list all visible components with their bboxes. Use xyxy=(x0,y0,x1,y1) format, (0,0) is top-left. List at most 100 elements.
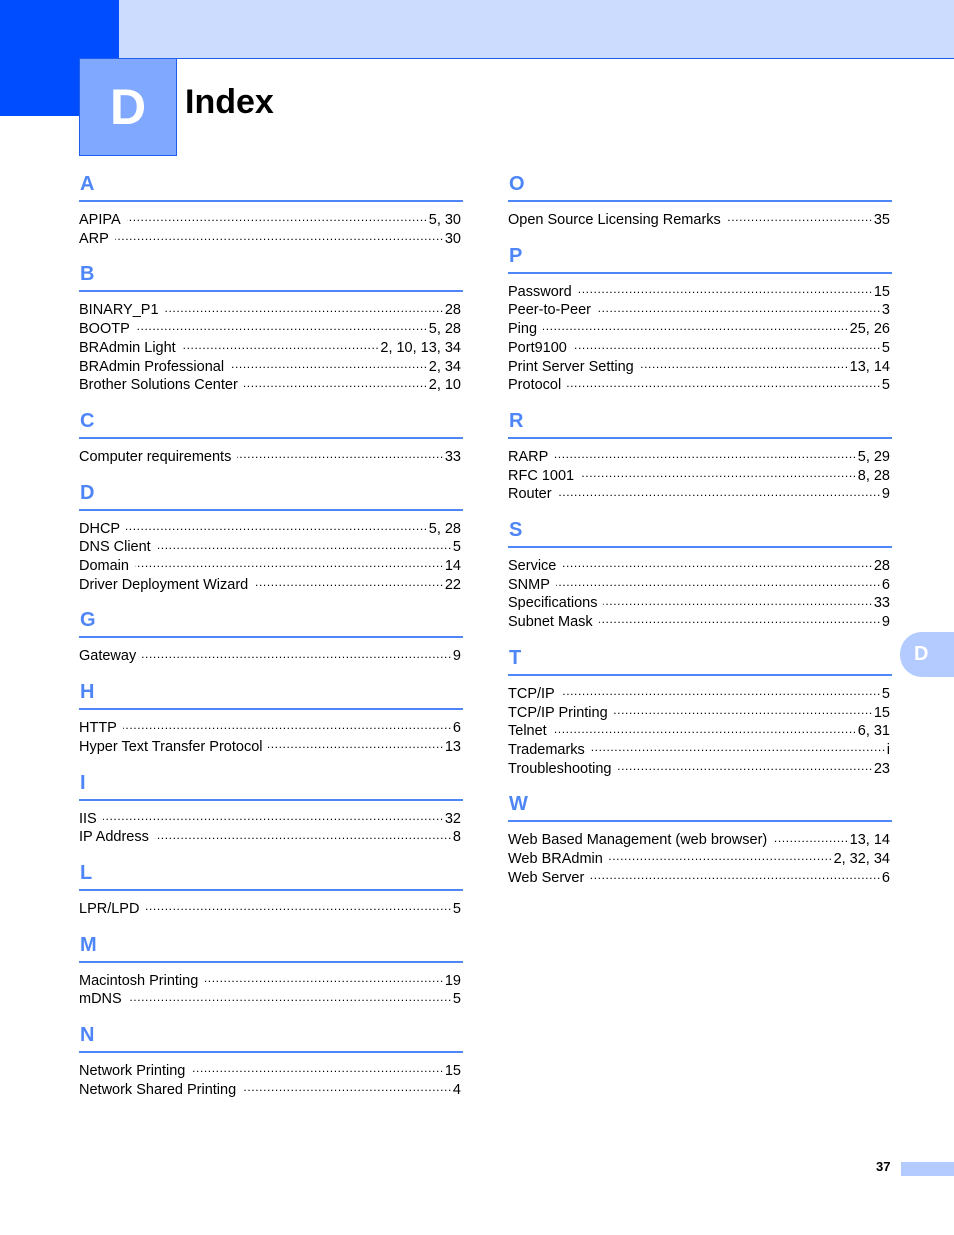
page-references[interactable]: 3 xyxy=(881,301,890,320)
index-entry[interactable]: Subnet Mask 9 xyxy=(508,613,890,632)
index-entry[interactable]: Trademarks i xyxy=(508,741,890,760)
index-entry[interactable]: Router 9 xyxy=(508,485,890,504)
dot-leader xyxy=(599,614,881,626)
index-entry[interactable]: BRAdmin Light 2, 10, 13, 34 xyxy=(79,339,461,358)
section-letter-heading: W xyxy=(509,793,528,816)
page-references[interactable]: 6 xyxy=(452,719,461,738)
index-entry[interactable]: APIPA 5, 30 xyxy=(79,211,461,230)
index-entry[interactable]: Web BRAdmin 2, 32, 34 xyxy=(508,850,890,869)
index-entry[interactable]: Domain 14 xyxy=(79,557,461,576)
page-references[interactable]: 9 xyxy=(881,613,890,632)
page-references[interactable]: 2, 34 xyxy=(428,358,461,377)
page-references[interactable]: 6, 31 xyxy=(857,722,890,741)
chapter-side-tab[interactable]: D xyxy=(900,632,954,677)
index-entry[interactable]: Password 15 xyxy=(508,283,890,302)
index-entry[interactable]: TCP/IP 5 xyxy=(508,685,890,704)
page-references[interactable]: 19 xyxy=(444,972,461,991)
index-entry[interactable]: Web Server 6 xyxy=(508,869,890,888)
index-entry[interactable]: DHCP 5, 28 xyxy=(79,520,461,539)
index-entry[interactable]: Driver Deployment Wizard 22 xyxy=(79,576,461,595)
index-term: Macintosh Printing xyxy=(79,972,199,989)
index-section-m: M Macintosh Printing 19 mDNS 5 xyxy=(79,931,463,1009)
page-references[interactable]: 15 xyxy=(873,704,890,723)
index-entry[interactable]: RFC 1001 8, 28 xyxy=(508,467,890,486)
index-entry[interactable]: TCP/IP Printing 15 xyxy=(508,704,890,723)
header-band xyxy=(119,0,954,59)
page-references[interactable]: 14 xyxy=(444,557,461,576)
index-entry[interactable]: Service 28 xyxy=(508,557,890,576)
section-letter-heading: D xyxy=(80,481,95,504)
page-references[interactable]: 6 xyxy=(881,576,890,595)
page-references[interactable]: 15 xyxy=(444,1062,461,1081)
page-references[interactable]: 8 xyxy=(452,828,461,847)
page-references[interactable]: 9 xyxy=(881,485,890,504)
index-term: Web Server xyxy=(508,869,585,886)
index-entry[interactable]: Print Server Setting 13, 14 xyxy=(508,358,890,377)
page-references[interactable]: 8, 28 xyxy=(857,467,890,486)
page-references[interactable]: 5 xyxy=(452,990,461,1009)
index-entry[interactable]: RARP 5, 29 xyxy=(508,448,890,467)
page-references[interactable]: 5 xyxy=(881,376,890,395)
index-entry[interactable]: BINARY_P1 28 xyxy=(79,301,461,320)
page-references[interactable]: 2, 32, 34 xyxy=(833,850,890,869)
page-references[interactable]: 33 xyxy=(444,448,461,467)
page-references[interactable]: 25, 26 xyxy=(849,320,890,339)
index-entry[interactable]: Peer-to-Peer 3 xyxy=(508,301,890,320)
section-letter-heading: C xyxy=(80,409,95,432)
index-entry[interactable]: Network Printing 15 xyxy=(79,1062,461,1081)
page-references[interactable]: 5, 30 xyxy=(428,211,461,230)
page-references[interactable]: 9 xyxy=(452,647,461,666)
index-entry[interactable]: Brother Solutions Center 2, 10 xyxy=(79,376,461,395)
page-references[interactable]: 28 xyxy=(873,557,890,576)
index-entry[interactable]: Telnet 6, 31 xyxy=(508,722,890,741)
page-references[interactable]: 28 xyxy=(444,301,461,320)
page-references[interactable]: 22 xyxy=(444,576,461,595)
page-references[interactable]: 15 xyxy=(873,283,890,302)
index-entry[interactable]: SNMP 6 xyxy=(508,576,890,595)
index-entry[interactable]: LPR/LPD 5 xyxy=(79,900,461,919)
index-entry[interactable]: Macintosh Printing 19 xyxy=(79,972,461,991)
page-references[interactable]: 2, 10 xyxy=(428,376,461,395)
page-references[interactable]: 13, 14 xyxy=(849,358,890,377)
page-references[interactable]: 33 xyxy=(873,594,890,613)
index-entry[interactable]: Web Based Management (web browser) 13, 14 xyxy=(508,831,890,850)
index-entry[interactable]: Hyper Text Transfer Protocol 13 xyxy=(79,738,461,757)
index-term: Network Shared Printing xyxy=(79,1081,237,1098)
index-entry[interactable]: DNS Client 5 xyxy=(79,538,461,557)
index-entry[interactable]: IIS 32 xyxy=(79,810,461,829)
section-letter-heading: G xyxy=(80,609,96,632)
index-entry[interactable]: Protocol 5 xyxy=(508,376,890,395)
index-entry[interactable]: Troubleshooting 23 xyxy=(508,760,890,779)
index-entry[interactable]: ARP 30 xyxy=(79,230,461,249)
index-entry[interactable]: Network Shared Printing 4 xyxy=(79,1081,461,1100)
index-entry[interactable]: Open Source Licensing Remarks 35 xyxy=(508,211,890,230)
index-entry[interactable]: Computer requirements 33 xyxy=(79,448,461,467)
index-entry[interactable]: Gateway 9 xyxy=(79,647,461,666)
index-entry[interactable]: Port9100 5 xyxy=(508,339,890,358)
page-references[interactable]: 5 xyxy=(881,339,890,358)
index-entry[interactable]: IP Address 8 xyxy=(79,828,461,847)
page-references[interactable]: 5 xyxy=(452,538,461,557)
index-entry[interactable]: BRAdmin Professional 2, 34 xyxy=(79,358,461,377)
page-references[interactable]: 30 xyxy=(444,230,461,249)
page-references[interactable]: 5 xyxy=(881,685,890,704)
page-references[interactable]: 4 xyxy=(452,1081,461,1100)
index-entry[interactable]: Ping 25, 26 xyxy=(508,320,890,339)
index-entry[interactable]: Specifications 33 xyxy=(508,594,890,613)
page-references[interactable]: 5, 28 xyxy=(428,320,461,339)
page-references[interactable]: 35 xyxy=(873,211,890,230)
page-references[interactable]: 5, 29 xyxy=(857,448,890,467)
page-references[interactable]: 5 xyxy=(452,900,461,919)
page-references[interactable]: 6 xyxy=(881,869,890,888)
dot-leader xyxy=(580,468,857,480)
index-entry[interactable]: HTTP 6 xyxy=(79,719,461,738)
index-entry[interactable]: BOOTP 5, 28 xyxy=(79,320,461,339)
page-references[interactable]: i xyxy=(886,741,890,760)
page-references[interactable]: 13 xyxy=(444,738,461,757)
index-entry[interactable]: mDNS 5 xyxy=(79,990,461,1009)
page-references[interactable]: 23 xyxy=(873,760,890,779)
page-references[interactable]: 32 xyxy=(444,810,461,829)
page-references[interactable]: 5, 28 xyxy=(428,520,461,539)
page-references[interactable]: 13, 14 xyxy=(849,831,890,850)
page-references[interactable]: 2, 10, 13, 34 xyxy=(379,339,461,358)
